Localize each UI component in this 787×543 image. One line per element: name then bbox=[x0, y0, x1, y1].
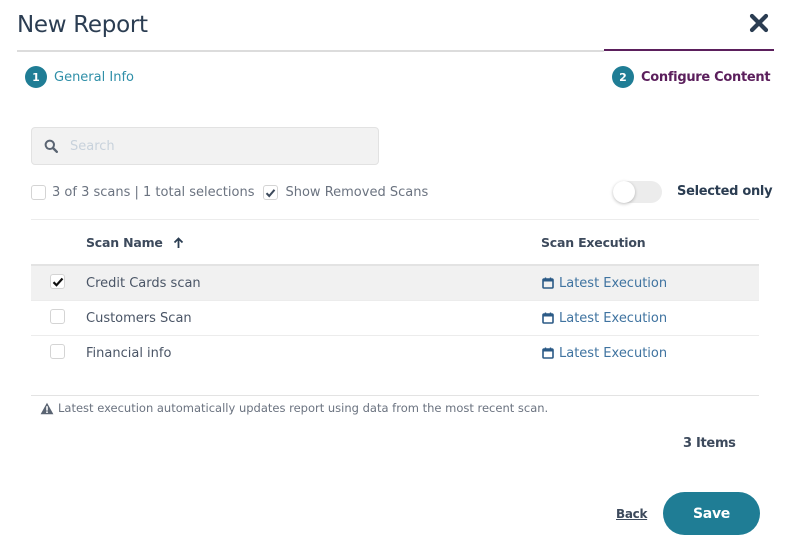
column-header-label: Scan Name bbox=[86, 235, 163, 250]
table-row[interactable]: Customers Scan Latest Execution bbox=[31, 301, 759, 335]
close-button[interactable] bbox=[748, 12, 770, 34]
row-checkbox[interactable] bbox=[50, 344, 65, 359]
page-title: New Report bbox=[17, 12, 148, 38]
checkmark-icon bbox=[52, 277, 64, 287]
table-row[interactable]: Financial info Latest Execution bbox=[31, 336, 759, 370]
selected-only-label: Selected only bbox=[677, 184, 772, 199]
scan-execution-label: Latest Execution bbox=[559, 276, 667, 291]
items-count: 3 Items bbox=[683, 436, 736, 451]
info-note-text: Latest execution automatically updates r… bbox=[58, 401, 548, 415]
search-box[interactable] bbox=[31, 127, 379, 165]
filter-bar: 3 of 3 scans | 1 total selections Show R… bbox=[31, 185, 428, 200]
selected-only-toggle[interactable] bbox=[613, 181, 662, 203]
step-label: Configure Content bbox=[641, 70, 770, 85]
scan-execution-label: Latest Execution bbox=[559, 311, 667, 326]
warning-triangle-icon bbox=[40, 402, 54, 415]
calendar-icon bbox=[542, 347, 554, 359]
select-all-checkbox[interactable] bbox=[31, 185, 46, 200]
scan-execution-link[interactable]: Latest Execution bbox=[542, 311, 667, 326]
step-divider bbox=[17, 50, 604, 52]
checkmark-icon bbox=[265, 188, 276, 198]
step-label: General Info bbox=[54, 70, 134, 85]
toggle-knob bbox=[613, 181, 635, 203]
row-checkbox[interactable] bbox=[50, 309, 65, 324]
info-note: Latest execution automatically updates r… bbox=[40, 401, 548, 415]
scan-execution-link[interactable]: Latest Execution bbox=[542, 276, 667, 291]
back-link[interactable]: Back bbox=[616, 507, 647, 521]
selection-summary: 3 of 3 scans | 1 total selections bbox=[52, 185, 254, 200]
step-configure-content[interactable]: 2 Configure Content bbox=[612, 66, 770, 88]
active-step-indicator bbox=[604, 49, 774, 51]
scan-name: Credit Cards scan bbox=[86, 276, 201, 291]
step-number-badge: 1 bbox=[25, 66, 47, 88]
calendar-icon bbox=[542, 312, 554, 324]
table-top-divider bbox=[31, 219, 759, 220]
show-removed-checkbox[interactable] bbox=[263, 185, 278, 200]
search-input[interactable] bbox=[68, 138, 352, 155]
step-number-badge: 2 bbox=[612, 66, 634, 88]
scan-execution-link[interactable]: Latest Execution bbox=[542, 346, 667, 361]
save-button[interactable]: Save bbox=[663, 492, 760, 535]
search-icon bbox=[44, 139, 58, 153]
scan-execution-label: Latest Execution bbox=[559, 346, 667, 361]
calendar-icon bbox=[542, 277, 554, 289]
column-header-scan-name[interactable]: Scan Name bbox=[86, 235, 184, 250]
show-removed-label: Show Removed Scans bbox=[285, 185, 428, 200]
table-row[interactable]: Credit Cards scan Latest Execution bbox=[31, 266, 759, 300]
step-general-info[interactable]: 1 General Info bbox=[25, 66, 134, 88]
scan-name: Financial info bbox=[86, 346, 171, 361]
scan-name: Customers Scan bbox=[86, 311, 192, 326]
sort-ascending-arrow-icon bbox=[173, 237, 184, 249]
table-footer-divider bbox=[31, 395, 759, 396]
row-checkbox[interactable] bbox=[50, 274, 65, 289]
close-x-icon bbox=[748, 12, 770, 34]
column-header-scan-execution: Scan Execution bbox=[541, 235, 645, 250]
